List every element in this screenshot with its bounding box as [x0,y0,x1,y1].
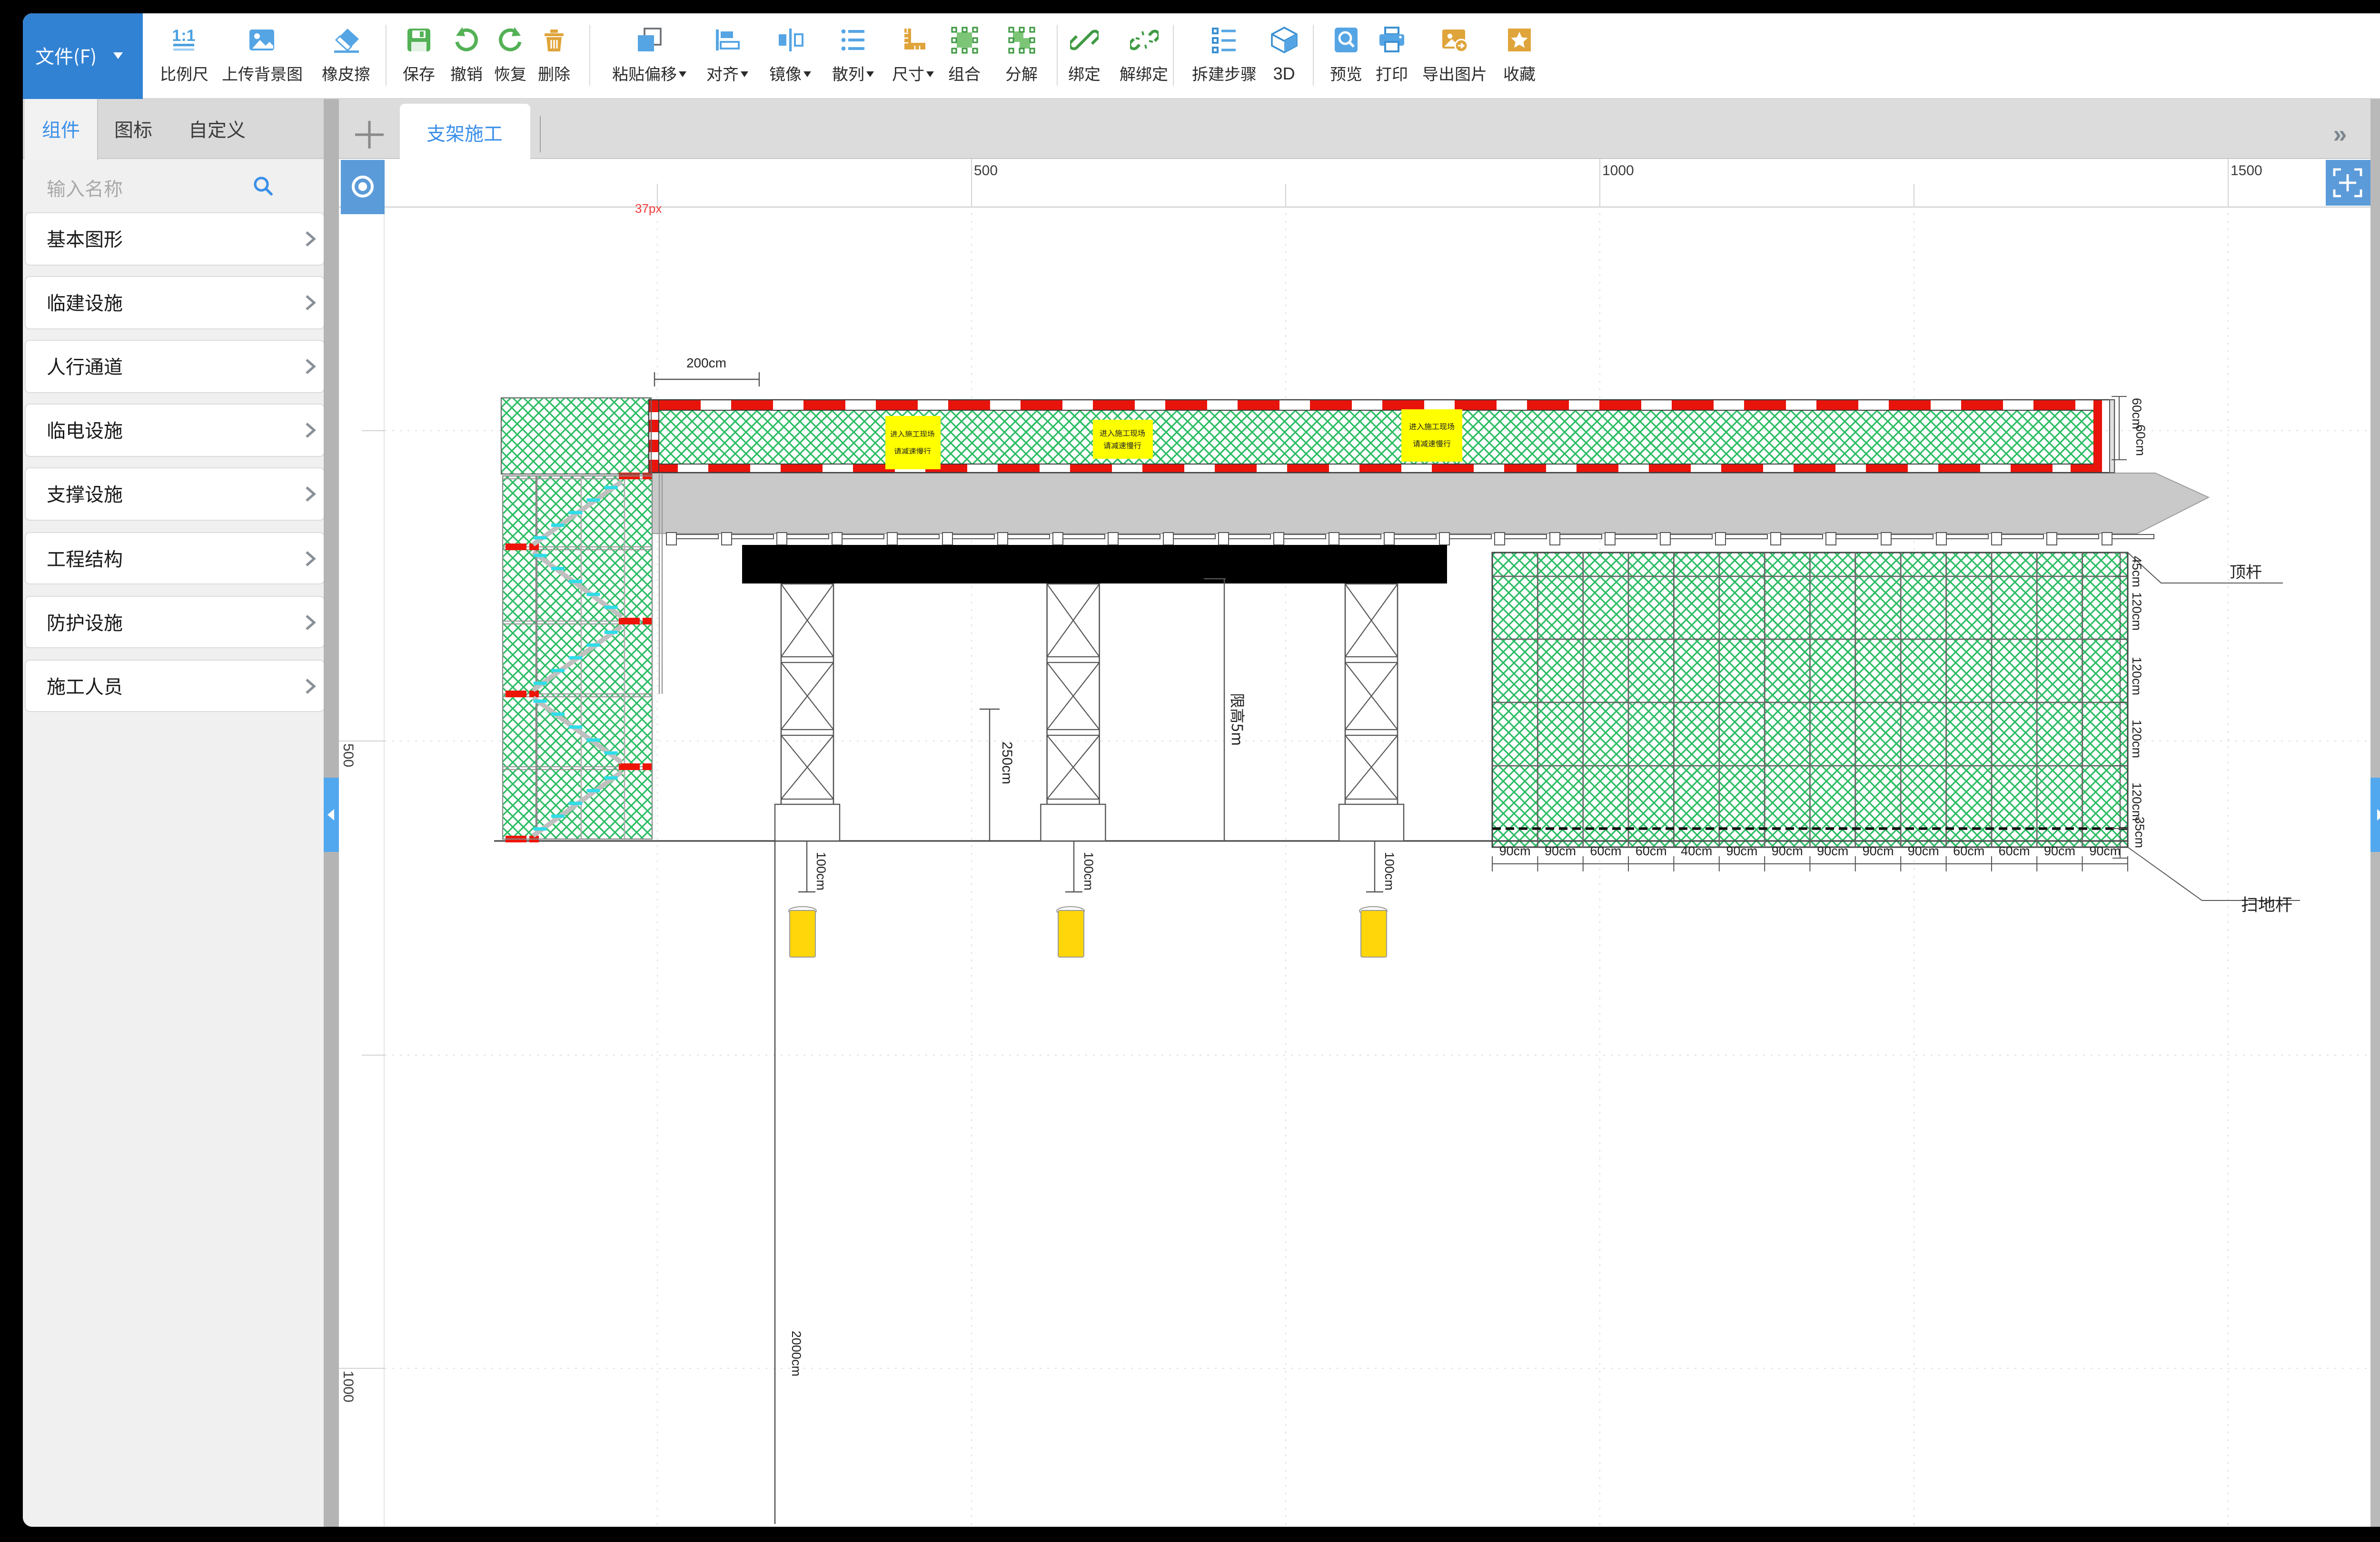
svg-text:1:1: 1:1 [172,27,195,45]
